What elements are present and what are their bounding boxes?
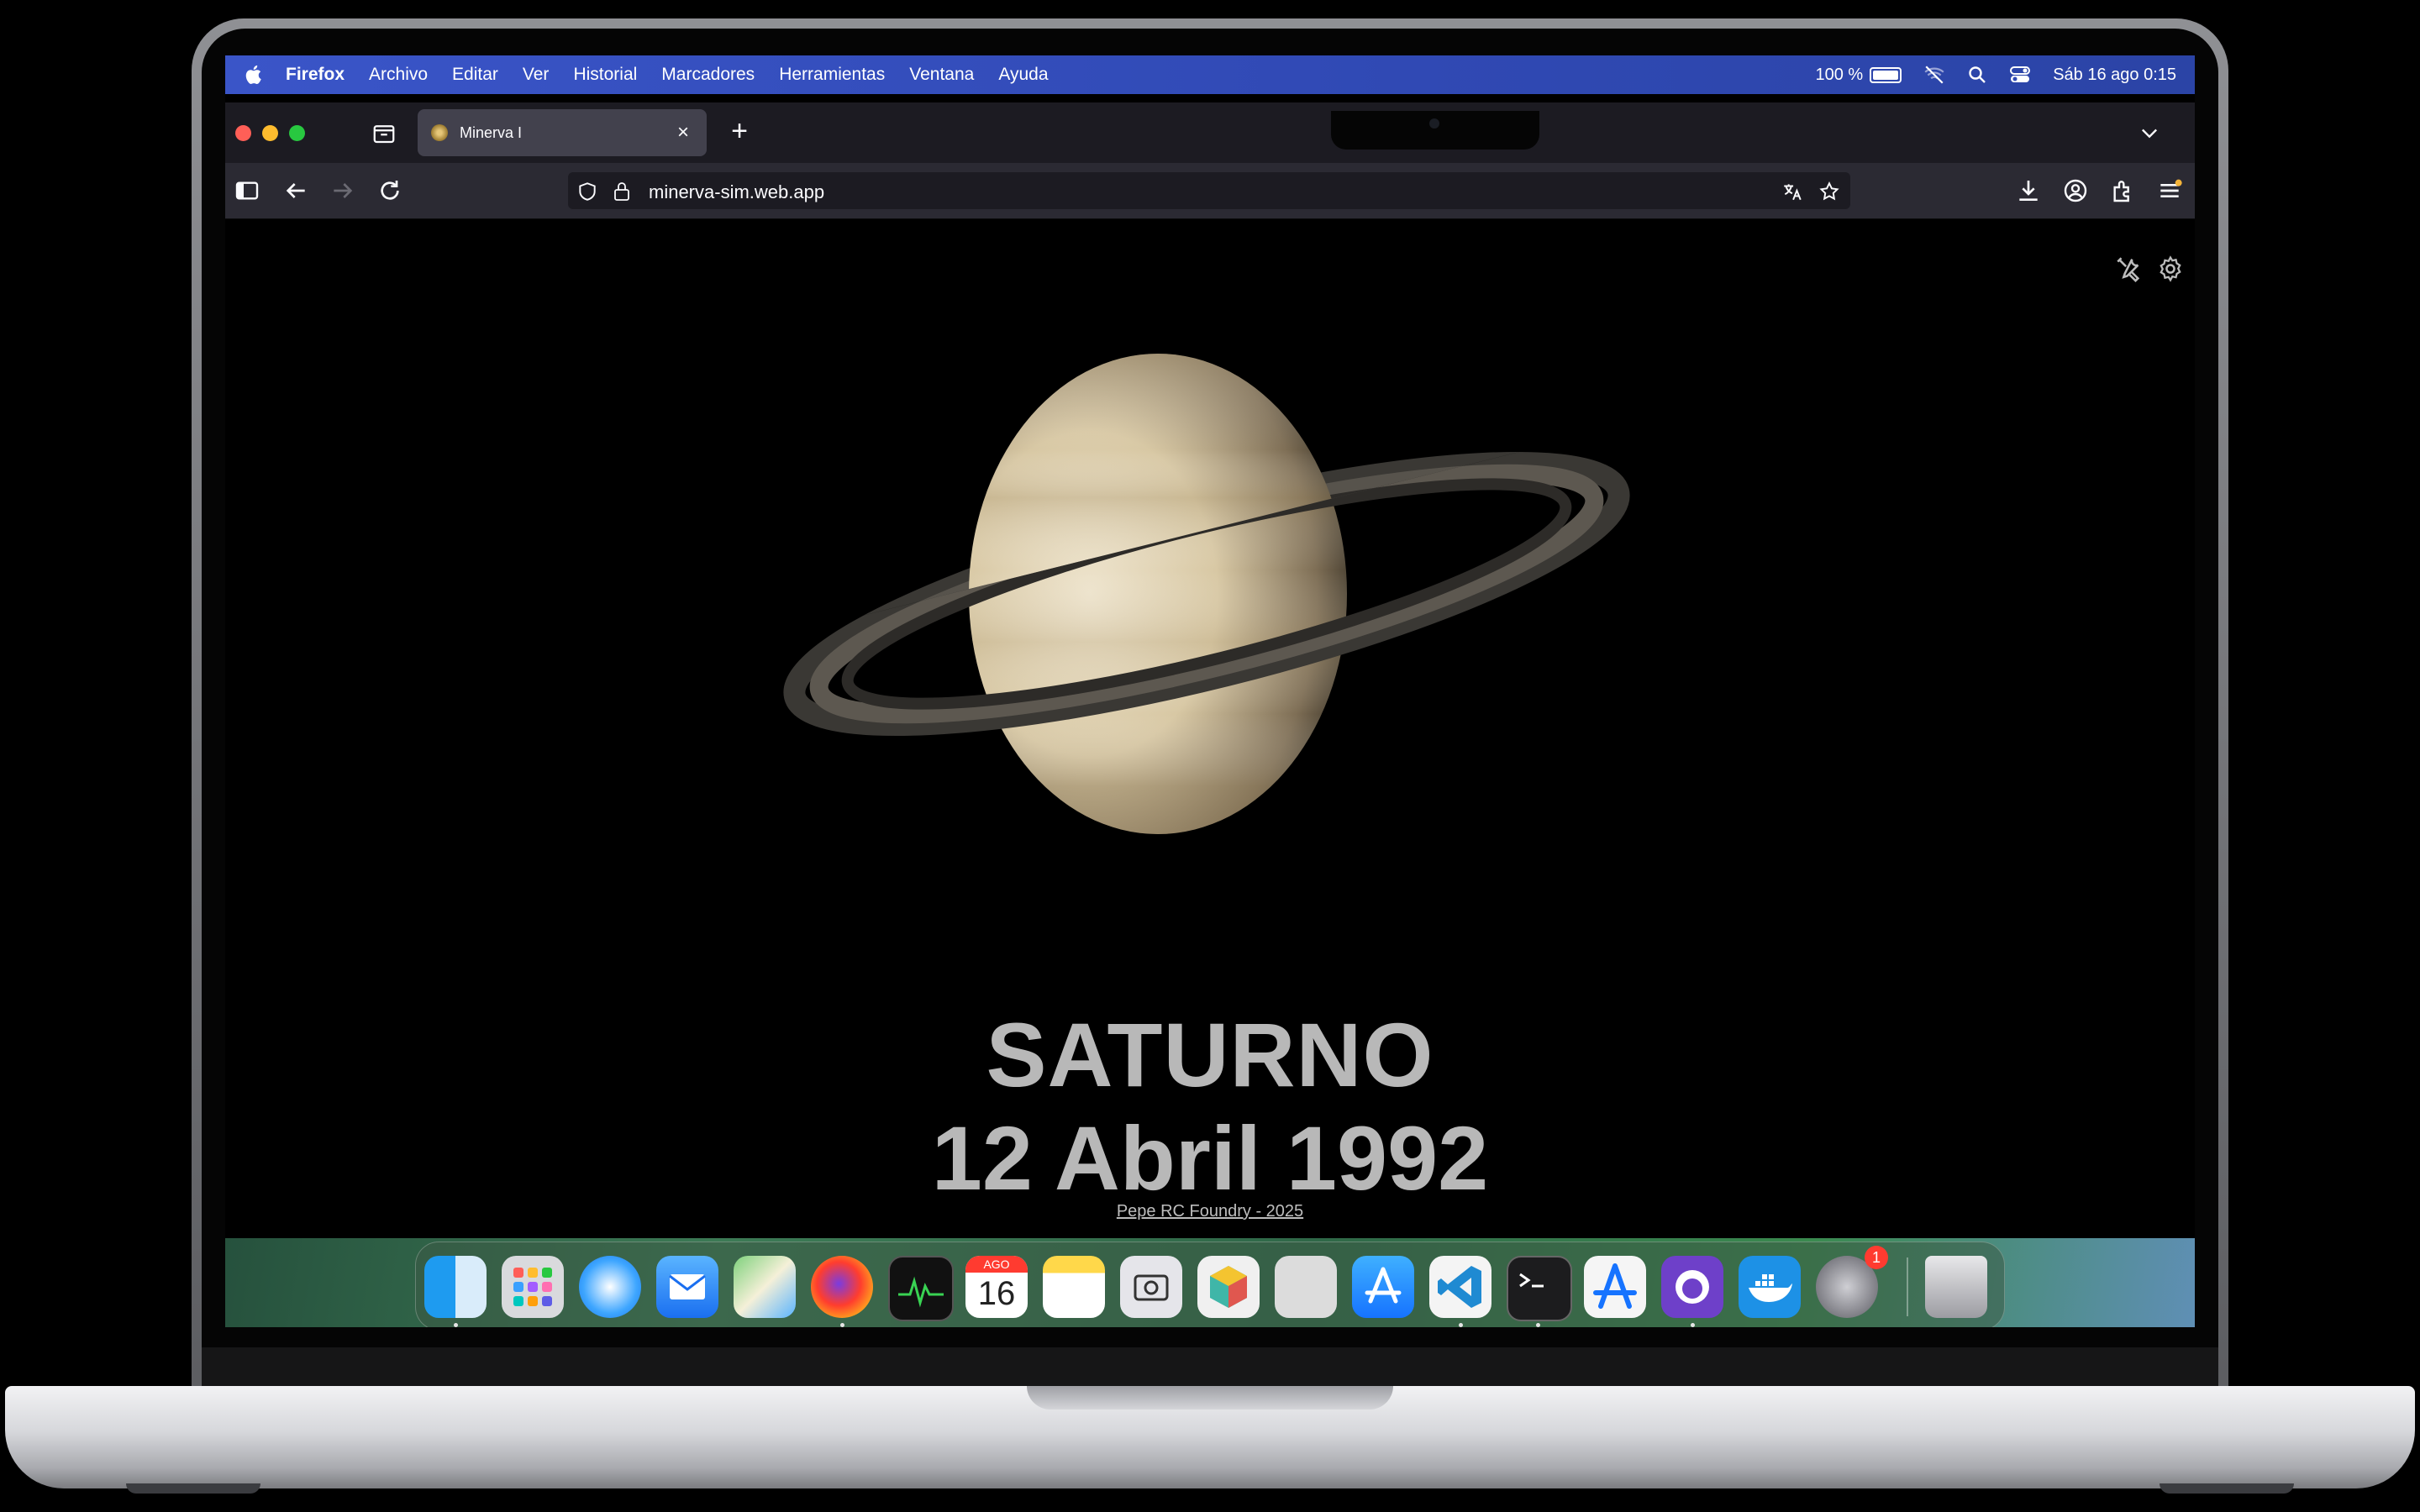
extensions-icon[interactable] (2109, 177, 2136, 204)
dock-divider (1907, 1257, 1908, 1316)
running-indicator (1536, 1323, 1540, 1327)
cube-app-icon[interactable] (1197, 1256, 1260, 1318)
tab-minerva[interactable]: Minerva I × (418, 109, 707, 156)
account-icon[interactable] (2062, 177, 2089, 204)
laptop-opening-groove (1027, 1386, 1393, 1410)
sidebar-toggle-icon[interactable] (234, 177, 260, 204)
tab-bar: Minerva I × + (225, 102, 2195, 163)
new-tab-button[interactable]: + (723, 114, 756, 148)
firefox-icon[interactable] (811, 1256, 873, 1318)
firefox-view-icon[interactable] (371, 121, 397, 146)
control-center-icon[interactable] (2009, 65, 2031, 85)
menu-bar: Firefox Archivo Editar Ver Historial Mar… (225, 55, 2195, 94)
xcode-instruments-icon[interactable] (1584, 1256, 1646, 1318)
tab-title: Minerva I (460, 123, 523, 141)
screen: Firefox Archivo Editar Ver Historial Mar… (225, 55, 2195, 1327)
safari-icon[interactable] (579, 1256, 641, 1318)
trash-icon[interactable] (1925, 1256, 1987, 1318)
menu-herramientas[interactable]: Herramientas (779, 65, 885, 85)
launchpad-icon[interactable] (502, 1256, 564, 1318)
minimize-window-button[interactable] (262, 125, 278, 141)
tracking-protection-shield-icon[interactable] (576, 181, 598, 202)
tab-favicon (431, 124, 448, 141)
maps-icon[interactable] (734, 1256, 796, 1318)
screenshot-icon[interactable] (1120, 1256, 1182, 1318)
running-indicator (840, 1323, 844, 1327)
close-window-button[interactable] (235, 125, 251, 141)
menu-historial[interactable]: Historial (573, 65, 637, 85)
tab-close-icon[interactable]: × (671, 121, 695, 144)
menu-bar-status: 100 % Sáb 16 ago 0:15 (1815, 55, 2176, 94)
back-arrow-icon[interactable] (282, 177, 309, 204)
notes-icon[interactable] (1043, 1256, 1105, 1318)
menu-archivo[interactable]: Archivo (369, 65, 428, 85)
calendar-icon[interactable]: AGO 16 (965, 1256, 1028, 1318)
planet-date: 12 Abril 1992 (931, 1107, 1489, 1209)
running-indicator (454, 1323, 458, 1327)
apple-icon[interactable] (244, 64, 266, 86)
activity-monitor-icon[interactable] (888, 1256, 954, 1321)
dock: AGO 16 1 (415, 1242, 2005, 1327)
calendar-month: AGO (965, 1256, 1028, 1273)
notification-badge: 1 (1865, 1246, 1888, 1269)
app-store-icon[interactable] (1352, 1256, 1414, 1318)
planet-title: SATURNO (986, 1004, 1434, 1105)
battery-icon (1870, 66, 1902, 83)
running-indicator (1459, 1323, 1463, 1327)
terminal-icon[interactable] (1507, 1256, 1572, 1321)
translate-icon[interactable] (1781, 181, 1803, 202)
vscode-icon[interactable] (1429, 1256, 1491, 1318)
lock-icon[interactable] (612, 181, 632, 202)
menu-app-name[interactable]: Firefox (286, 65, 345, 85)
spotlight-search-icon[interactable] (1967, 65, 1987, 85)
menu-ventana[interactable]: Ventana (909, 65, 974, 85)
camera (1429, 118, 1439, 129)
forward-arrow-icon[interactable] (329, 177, 356, 204)
github-desktop-icon[interactable] (1661, 1256, 1723, 1318)
web-page: SATURNO 12 Abril 1992 Pepe RC Foundry - … (225, 219, 2195, 1239)
maximize-window-button[interactable] (289, 125, 305, 141)
docker-icon[interactable] (1739, 1256, 1801, 1318)
credit-link[interactable]: Pepe RC Foundry - 2025 (225, 1202, 2195, 1221)
menu-ayuda[interactable]: Ayuda (998, 65, 1048, 85)
saturn-planet-image (783, 354, 1630, 834)
reload-icon[interactable] (376, 177, 403, 204)
list-all-tabs-icon[interactable] (2138, 121, 2161, 144)
url-bar[interactable]: minerva-sim.web.app (568, 172, 1850, 209)
running-indicator (1691, 1323, 1695, 1327)
mail-icon[interactable] (656, 1256, 718, 1318)
downloads-icon[interactable] (2015, 177, 2042, 204)
menu-clock[interactable]: Sáb 16 ago 0:15 (2053, 66, 2176, 85)
tools-icon[interactable] (2114, 255, 2143, 283)
menu-marcadores[interactable]: Marcadores (661, 65, 755, 85)
camera-notch (1331, 111, 1539, 150)
bookmark-star-icon[interactable] (1818, 181, 1840, 202)
menu-editar[interactable]: Editar (452, 65, 498, 85)
app-menu-icon[interactable] (2156, 177, 2183, 204)
battery-status[interactable]: 100 % (1815, 66, 1902, 85)
finder-icon[interactable] (424, 1256, 487, 1318)
calendar-day: 16 (977, 1275, 1016, 1312)
url-text: minerva-sim.web.app (649, 181, 825, 202)
menu-ver[interactable]: Ver (523, 65, 550, 85)
settings-gear-icon[interactable] (2156, 255, 2185, 283)
laptop-foot-right (2160, 1483, 2294, 1494)
battery-percent: 100 % (1815, 65, 1864, 84)
nav-toolbar: minerva-sim.web.app (225, 163, 2195, 219)
wifi-off-icon[interactable] (1923, 64, 1945, 86)
laptop-foot-left (126, 1483, 260, 1494)
disk-utility-icon[interactable] (1275, 1256, 1337, 1318)
